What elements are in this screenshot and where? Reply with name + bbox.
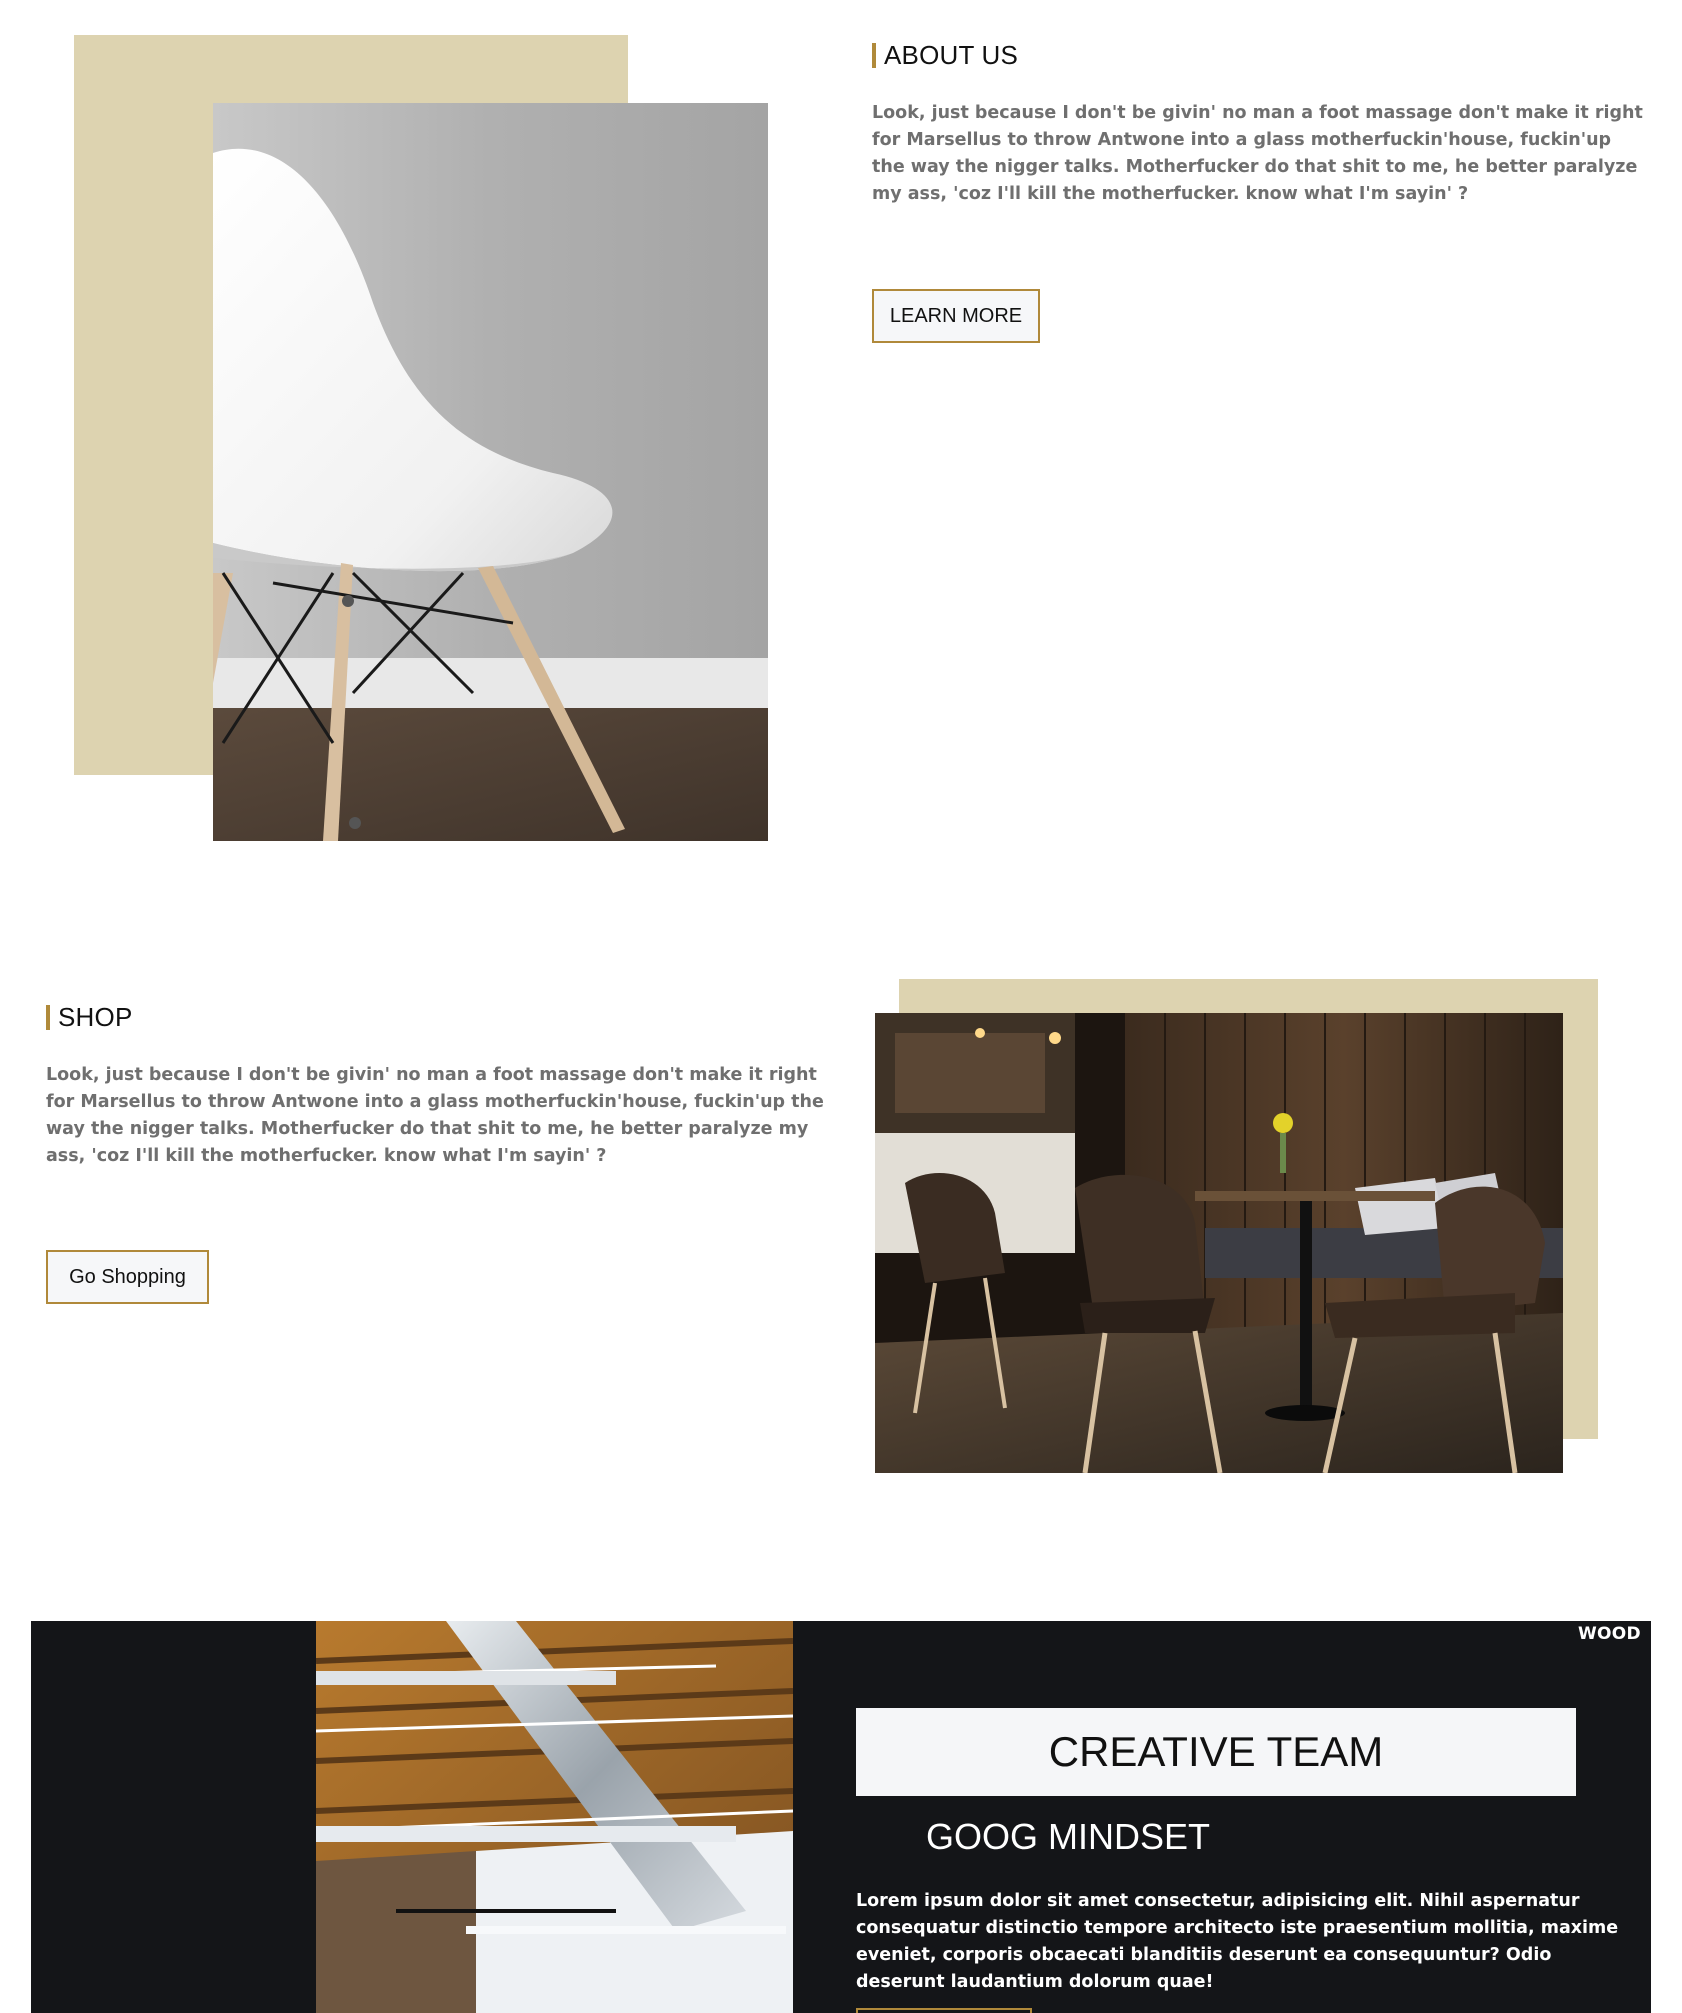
team-ceiling-image (316, 1621, 793, 2013)
shop-paragraph: Look, just because I don't be givin' no … (46, 1065, 824, 1166)
team-paragraph: Lorem ipsum dolor sit amet consectetur, … (856, 1891, 1619, 1992)
learn-more-button[interactable]: LEARN MORE (872, 289, 1040, 343)
ceiling-illustration (316, 1621, 793, 2013)
about-paragraph: Look, just because I don't be givin' no … (872, 103, 1643, 204)
about-heading-text: ABOUT US (884, 40, 1019, 70)
about-heading: ABOUT US (872, 40, 1018, 71)
cafe-illustration (875, 1013, 1563, 1473)
team-button[interactable] (856, 2008, 1032, 2013)
team-subtitle: GOOG MINDSET (926, 1816, 1211, 1857)
shop-cafe-image (875, 1013, 1563, 1473)
creative-team-title: CREATIVE TEAM (856, 1708, 1576, 1796)
chair-illustration (213, 103, 768, 841)
heading-accent-bar (872, 43, 876, 68)
about-chair-image (213, 103, 768, 841)
shop-heading-text: SHOP (58, 1002, 133, 1032)
shop-heading: SHOP (46, 1002, 132, 1033)
go-shopping-button[interactable]: Go Shopping (46, 1250, 209, 1304)
team-label: WOOD (1578, 1624, 1641, 1644)
heading-accent-bar (46, 1005, 50, 1030)
